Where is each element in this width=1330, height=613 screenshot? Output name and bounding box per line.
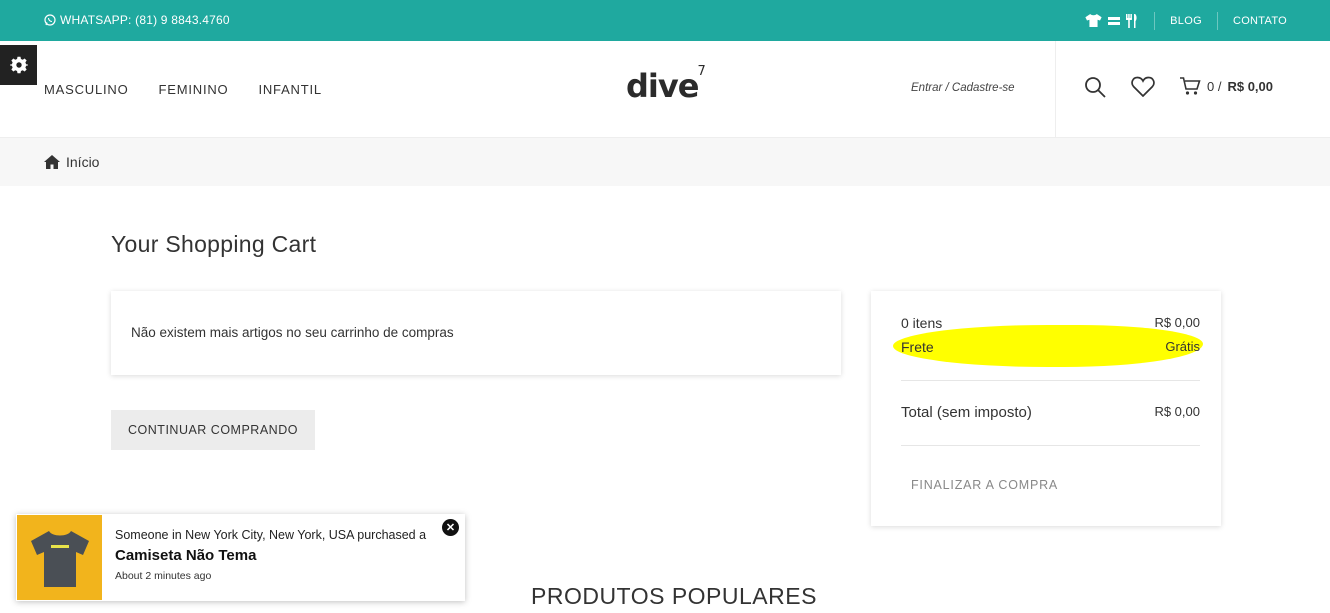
gear-icon xyxy=(9,56,28,74)
purchase-notification[interactable]: Someone in New York City, New York, USA … xyxy=(16,514,465,601)
logo-text: dive xyxy=(626,67,699,105)
top-bar: WHATSAPP: (81) 9 8843.4760 BLOG CONTATO xyxy=(0,0,1330,41)
cart-summary[interactable]: 0 / R$ 0,00 xyxy=(1180,77,1273,96)
order-summary: 0 itens R$ 0,00 Frete Grátis Total (sem … xyxy=(871,291,1221,526)
total-value: R$ 0,00 xyxy=(1154,404,1200,419)
summary-divider xyxy=(901,445,1200,446)
breadcrumb: Início xyxy=(0,138,1330,186)
main-header: MASCULINO FEMININO INFANTIL dive7 Entrar… xyxy=(0,41,1330,138)
home-icon xyxy=(44,155,60,169)
summary-items-row: 0 itens R$ 0,00 xyxy=(901,315,1200,331)
notification-text: Someone in New York City, New York, USA … xyxy=(115,528,427,542)
whatsapp-icon xyxy=(44,14,56,26)
topbar-icons[interactable] xyxy=(1085,11,1156,30)
summary-total-row: Total (sem imposto) R$ 0,00 xyxy=(901,404,1200,421)
items-label: 0 itens xyxy=(901,315,943,331)
notification-time: About 2 minutes ago xyxy=(115,570,212,582)
shipping-label: Frete xyxy=(901,339,934,355)
shipping-value: Grátis xyxy=(1165,339,1200,354)
breadcrumb-home[interactable]: Início xyxy=(44,154,99,170)
whatsapp-contact[interactable]: WHATSAPP: (81) 9 8843.4760 xyxy=(44,13,230,27)
total-label: Total (sem imposto) xyxy=(901,404,1032,421)
summary-divider xyxy=(901,380,1200,381)
whatsapp-label: WHATSAPP: (81) 9 8843.4760 xyxy=(60,13,230,27)
blog-link[interactable]: BLOG xyxy=(1155,11,1218,30)
cart-icon xyxy=(1180,77,1201,95)
header-divider xyxy=(1055,41,1056,138)
search-icon[interactable] xyxy=(1084,76,1106,98)
heart-icon[interactable] xyxy=(1131,76,1155,97)
empty-cart-notice: Não existem mais artigos no seu carrinho… xyxy=(111,291,841,375)
summary-shipping-row: Frete Grátis xyxy=(901,339,1200,355)
nav-item-feminino[interactable]: FEMININO xyxy=(159,82,229,97)
utensils-icon xyxy=(1126,13,1137,28)
tshirt-product-image xyxy=(30,530,89,587)
site-logo[interactable]: dive7 xyxy=(626,64,706,105)
logo-superscript: 7 xyxy=(697,64,705,80)
cart-count: 0 / xyxy=(1207,79,1222,94)
tshirt-icon[interactable] xyxy=(1085,14,1102,27)
continue-shopping-button[interactable]: CONTINUAR COMPRANDO xyxy=(111,410,315,450)
settings-toggle[interactable] xyxy=(0,45,37,85)
close-icon[interactable]: ✕ xyxy=(442,519,459,536)
login-link[interactable]: Entrar / Cadastre-se xyxy=(911,82,1015,94)
contato-link[interactable]: CONTATO xyxy=(1218,12,1330,30)
cart-total: R$ 0,00 xyxy=(1227,79,1274,94)
page-title: Your Shopping Cart xyxy=(111,231,317,257)
notification-product-name[interactable]: Camiseta Não Tema xyxy=(115,547,256,564)
product-thumbnail[interactable] xyxy=(17,515,102,600)
items-value: R$ 0,00 xyxy=(1154,315,1200,330)
empty-cart-message: Não existem mais artigos no seu carrinho… xyxy=(131,325,454,340)
breadcrumb-home-label: Início xyxy=(66,154,100,170)
checkout-button[interactable]: FINALIZAR A COMPRA xyxy=(911,478,1058,492)
nav-item-masculino[interactable]: MASCULINO xyxy=(44,82,129,97)
equals-icon xyxy=(1108,16,1121,25)
popular-products-title: PRODUTOS POPULARES xyxy=(531,583,817,609)
nav-item-infantil[interactable]: INFANTIL xyxy=(258,82,321,97)
main-nav: MASCULINO FEMININO INFANTIL xyxy=(44,82,322,97)
